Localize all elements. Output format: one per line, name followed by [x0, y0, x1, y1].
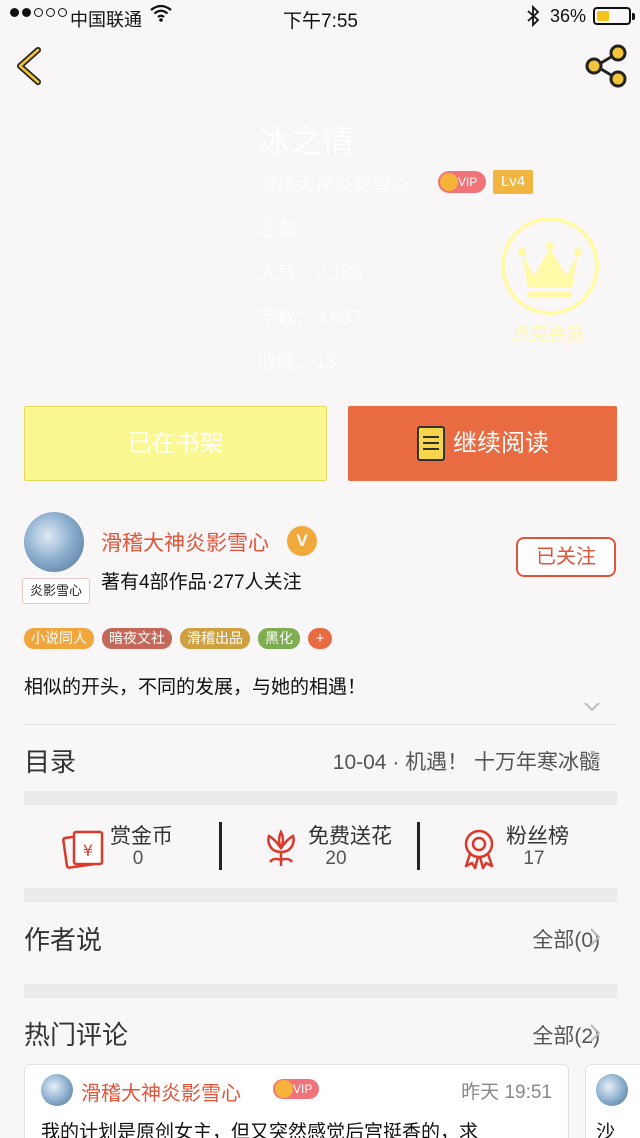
comment-time: 昨天 19:51	[461, 1082, 552, 1103]
crown-coin-icon	[440, 173, 458, 191]
collections: 收藏：13	[258, 352, 337, 373]
add-tag-button[interactable]: +	[308, 628, 332, 649]
chevron-left-icon	[17, 47, 41, 85]
section-separator	[24, 791, 617, 805]
chevron-right-icon	[590, 1024, 601, 1042]
carrier-label: 中国联通	[70, 10, 142, 30]
hot-comments-label[interactable]: 热门评论	[24, 1015, 128, 1052]
popularity: 人气：2,188	[258, 263, 363, 284]
signal-strength-icon	[10, 8, 67, 17]
author-say-label[interactable]: 作者说	[24, 920, 102, 957]
stat-label: 赏金币	[110, 825, 173, 848]
share-icon	[585, 44, 627, 88]
author-name[interactable]: 滑稽大神炎影雪心	[101, 527, 269, 557]
tag-list: 小说同人 暗夜文社 滑稽出品 黑化 +	[24, 628, 332, 649]
on-shelf-button[interactable]: 已在书架	[24, 406, 327, 481]
clock: 下午7:55	[283, 11, 358, 32]
comment-card[interactable]: 滑稽大神炎影雪心 VIP 昨天 19:51 我的计划是原创女主，但又突然感觉后宫…	[24, 1064, 569, 1138]
stat-label: 粉丝榜	[506, 825, 569, 848]
verified-v-icon: V	[287, 526, 317, 556]
svg-text:¥: ¥	[83, 841, 93, 860]
crown-icon	[501, 217, 599, 315]
follow-button[interactable]: 已关注	[516, 537, 616, 577]
book-description: 相似的开头，不同的发展，与她的相遇！	[24, 677, 367, 698]
vip-badge: VIP	[438, 171, 486, 193]
wifi-icon	[150, 4, 172, 27]
tag-item[interactable]: 小说同人	[24, 628, 94, 649]
word-count: 字数：3,637	[258, 308, 363, 329]
crown-coin-icon	[275, 1080, 293, 1098]
book-icon	[417, 426, 445, 461]
chevron-right-icon	[590, 928, 601, 946]
book-title: 冰之情	[258, 123, 355, 159]
comment-text: 我的计划是原创女主，但又突然感觉后宫挺香的，求	[41, 1122, 479, 1138]
serial-status: 连载	[258, 219, 297, 240]
chevron-right-icon	[590, 750, 601, 768]
book-author[interactable]: 滑稽大神炎影雪心	[258, 170, 410, 197]
commenter-name[interactable]: 滑稽大神炎影雪心	[81, 1077, 241, 1106]
fan-ranking-button[interactable]: 粉丝榜 17	[420, 818, 618, 878]
tag-item[interactable]: 暗夜文社	[102, 628, 172, 649]
section-separator	[24, 984, 617, 998]
share-button[interactable]	[584, 44, 628, 88]
comment-card[interactable]: 沙	[585, 1064, 640, 1138]
chevron-down-icon[interactable]	[583, 700, 601, 714]
vip-badge: VIP	[273, 1079, 319, 1099]
bluetooth-icon	[526, 4, 540, 32]
back-button[interactable]	[12, 44, 48, 88]
stat-value: 17	[523, 848, 545, 869]
divider	[24, 724, 617, 725]
stat-value: 0	[132, 848, 144, 869]
battery-icon	[593, 7, 635, 25]
stat-label: 免费送花	[308, 825, 392, 848]
avatar[interactable]	[596, 1074, 628, 1106]
comment-text: 沙	[596, 1122, 616, 1138]
reward-coins-button[interactable]: ¥ 赏金币 0	[24, 818, 222, 878]
battery-percent: 36%	[550, 6, 587, 26]
avatar[interactable]	[41, 1074, 73, 1106]
continue-reading-button[interactable]: 继续阅读	[348, 406, 617, 481]
author-avatar[interactable]	[24, 512, 84, 572]
status-bar: 中国联通 下午7:55 36%	[0, 0, 640, 34]
tag-item[interactable]: 黑化	[258, 628, 300, 649]
tag-item[interactable]: 滑稽出品	[180, 628, 250, 649]
level-badge: Lv4	[493, 170, 533, 194]
section-separator	[24, 888, 617, 902]
latest-chapter[interactable]: 10-04 · 机遇！ 十万年寒冰髓	[333, 746, 600, 776]
member-crown-button[interactable]	[500, 216, 600, 316]
stat-value: 20	[325, 848, 347, 869]
avatar-tag: 炎影雪心	[22, 578, 90, 604]
author-info: 著有4部作品·277人关注	[101, 572, 302, 593]
member-label[interactable]: 点亮会员	[512, 320, 584, 346]
catalog-label[interactable]: 目录	[24, 742, 76, 779]
send-flower-button[interactable]: 免费送花 20	[222, 818, 420, 878]
